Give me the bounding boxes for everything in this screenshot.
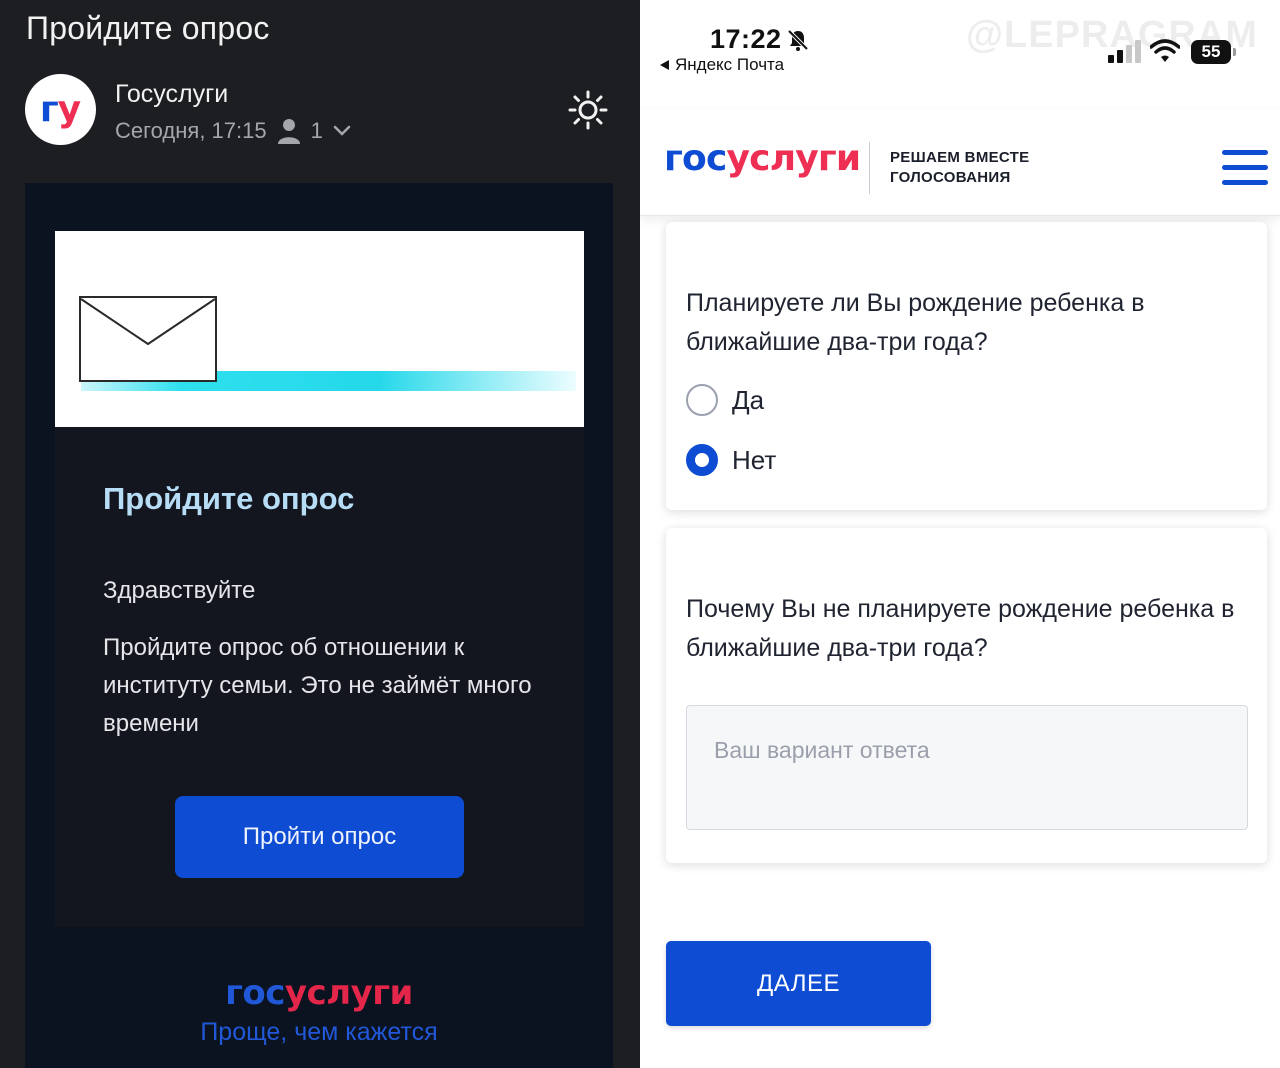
survey-panel: @LEPRAGRAM 17:22 Яндекс Почта 55 госуслу… bbox=[640, 0, 1280, 1068]
avatar-letter-1: г bbox=[39, 89, 59, 130]
email-text: Пройдите опрос об отношении к институту … bbox=[103, 634, 532, 737]
back-to-app[interactable]: Яндекс Почта bbox=[660, 55, 784, 75]
battery-indicator: 55 bbox=[1191, 40, 1231, 64]
radio-no-selected[interactable] bbox=[686, 444, 718, 476]
sun-icon[interactable] bbox=[568, 90, 608, 130]
back-app-label: Яндекс Почта bbox=[675, 55, 785, 74]
answer-placeholder: Ваш вариант ответа bbox=[714, 737, 930, 763]
logo-part1: гос bbox=[664, 138, 727, 179]
menu-icon[interactable] bbox=[1222, 150, 1268, 186]
back-arrow-icon bbox=[660, 60, 669, 70]
wifi-icon bbox=[1150, 39, 1180, 62]
recipients-count: 1 bbox=[310, 118, 323, 143]
envelope-icon bbox=[79, 296, 217, 382]
status-time: 17:22 bbox=[710, 24, 782, 54]
site-header: госуслуги РЕШАЕМ ВМЕСТЕ ГОЛОСОВАНИЯ bbox=[640, 110, 1280, 216]
cellular-signal-icon bbox=[1108, 40, 1141, 63]
email-title: Пройдите опрос bbox=[103, 481, 355, 516]
radio-yes[interactable] bbox=[686, 384, 718, 416]
avatar-letter-2: у bbox=[57, 89, 82, 130]
header-divider bbox=[869, 142, 870, 194]
email-banner bbox=[55, 231, 584, 427]
battery-tip bbox=[1233, 48, 1236, 56]
person-icon bbox=[277, 119, 300, 144]
gosuslugi-logo[interactable]: госуслуги bbox=[664, 138, 861, 179]
logo-part2: услуги bbox=[726, 138, 861, 179]
footer-logo: госуслуги bbox=[25, 973, 613, 1013]
option-no[interactable]: Нет bbox=[686, 444, 776, 476]
answer-input[interactable]: Ваш вариант ответа bbox=[686, 705, 1248, 830]
mail-app-panel: Пройдите опрос гу Госуслуги Сегодня, 17:… bbox=[0, 0, 640, 1068]
chevron-down-icon bbox=[333, 125, 351, 136]
footer-logo-part1: гос bbox=[225, 973, 285, 1013]
question-card-1: Планируете ли Вы рождение ребенка в ближ… bbox=[666, 222, 1267, 510]
footer-logo-part2: услуги bbox=[284, 973, 413, 1013]
header-slogan: РЕШАЕМ ВМЕСТЕ ГОЛОСОВАНИЯ bbox=[890, 148, 1029, 188]
email-greeting: Здравствуйте bbox=[103, 577, 256, 604]
option-yes[interactable]: Да bbox=[686, 384, 764, 416]
question-card-2: Почему Вы не планируете рождение ребенка… bbox=[666, 528, 1267, 863]
question-2-text: Почему Вы не планируете рождение ребенка… bbox=[686, 595, 1235, 662]
slogan-line-2: ГОЛОСОВАНИЯ bbox=[890, 169, 1011, 186]
sender-name[interactable]: Госуслуги bbox=[115, 80, 228, 109]
option-yes-label: Да bbox=[732, 384, 765, 415]
sender-meta[interactable]: Сегодня, 17:15 1 bbox=[115, 118, 351, 144]
email-body: Пройдите опрос Здравствуйте Пройдите опр… bbox=[25, 183, 613, 1068]
bell-muted-icon bbox=[787, 29, 809, 51]
mail-subject: Пройдите опрос bbox=[26, 10, 270, 46]
question-1-text: Планируете ли Вы рождение ребенка в ближ… bbox=[686, 289, 1145, 356]
sender-avatar[interactable]: гу bbox=[25, 74, 96, 145]
footer-tagline: Проще, чем кажется bbox=[200, 1018, 438, 1046]
slogan-line-1: РЕШАЕМ ВМЕСТЕ bbox=[890, 149, 1030, 166]
take-survey-button[interactable]: Пройти опрос bbox=[175, 796, 464, 878]
option-no-label: Нет bbox=[732, 444, 777, 475]
next-button[interactable]: ДАЛЕЕ bbox=[666, 941, 931, 1026]
mail-date: Сегодня, 17:15 bbox=[115, 118, 267, 143]
